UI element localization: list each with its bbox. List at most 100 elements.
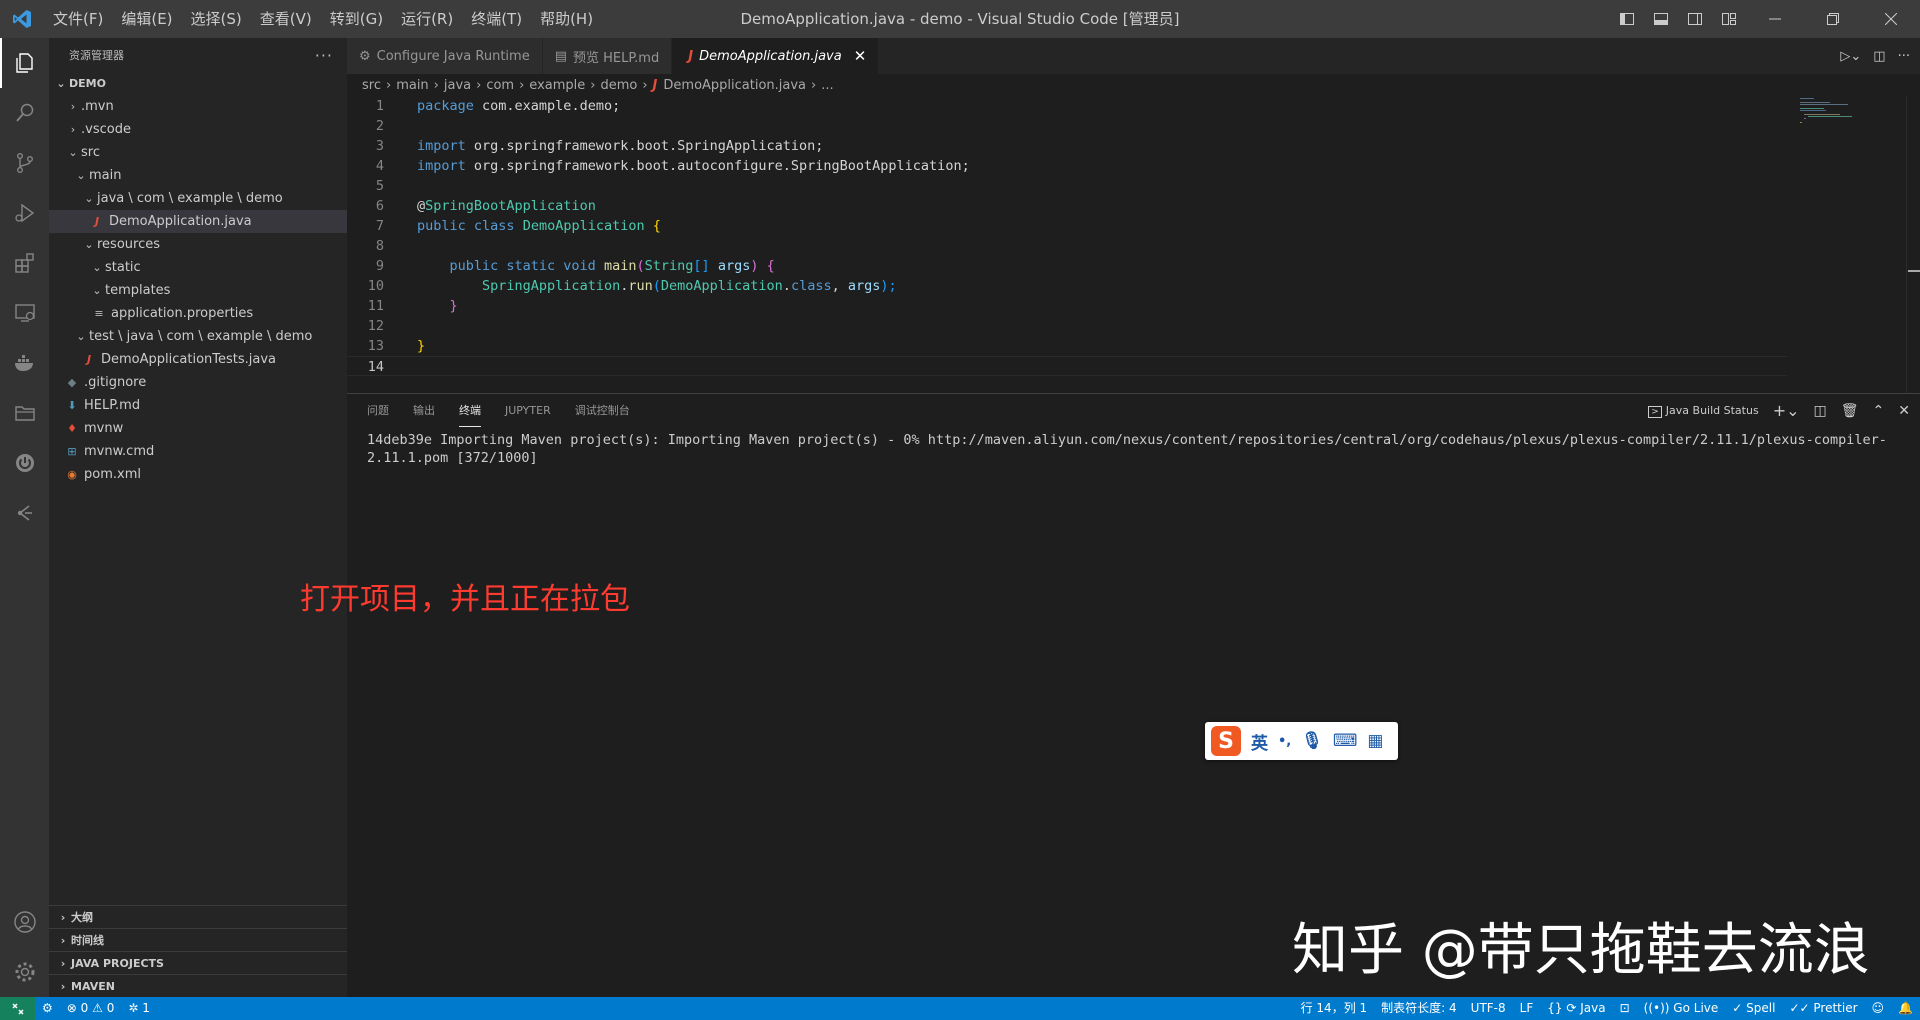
tree-item-templates[interactable]: ⌄ templates [49,279,347,302]
tree-item-help-md[interactable]: ⬇ HELP.md [49,394,347,417]
minimize-icon[interactable] [1746,0,1804,38]
tree-item-pom-xml[interactable]: ◉ pom.xml [49,463,347,486]
ports-status[interactable]: ✲ 1 [121,997,157,1020]
menu-go[interactable]: 转到(G) [321,0,392,38]
menu-selection[interactable]: 选择(S) [182,0,251,38]
notifications-bell-icon[interactable]: 🔔 [1891,997,1920,1020]
tree-item-java-package[interactable]: ⌄ java \ com \ example \ demo [49,187,347,210]
tab-jupyter[interactable]: JUPYTER [505,394,551,427]
manage-gear-icon[interactable] [0,947,49,997]
tree-item-demoapplicationtests-java[interactable]: J DemoApplicationTests.java [49,348,347,371]
tab-configure-java-runtime[interactable]: ⚙ Configure Java Runtime [347,38,543,74]
tree-item-test-package[interactable]: ⌄ test \ java \ com \ example \ demo [49,325,347,348]
tree-item-mvnw[interactable]: ♦ mvnw [49,417,347,440]
docker-icon[interactable] [0,338,49,388]
tree-item-static[interactable]: ⌄ static [49,256,347,279]
menu-file[interactable]: 文件(F) [44,0,112,38]
tab-demoapplication-java[interactable]: J DemoApplication.java ✕ [672,38,880,74]
ime-punctuation-toggle[interactable]: •, [1278,734,1291,749]
workspace-root[interactable]: ⌄ DEMO [49,72,347,95]
run-debug-icon[interactable] [0,188,49,238]
language-mode[interactable]: {} ⟳ Java [1540,997,1612,1020]
kill-terminal-icon[interactable]: 🗑 [1841,403,1859,419]
problems-status[interactable]: ⊗ 0 ⚠ 0 [60,997,122,1020]
breadcrumb-item[interactable]: src [362,78,381,93]
ime-language-toggle[interactable]: 英 [1251,729,1268,754]
breadcrumb-item[interactable]: demo [600,78,637,93]
remote-explorer-icon[interactable] [0,288,49,338]
tree-item-mvn[interactable]: › .mvn [49,95,347,118]
feedback-icon[interactable]: ☺ [1865,997,1892,1020]
section-timeline[interactable]: › 时间线 [49,928,347,951]
toggle-panel-icon[interactable] [1644,0,1678,38]
tree-item-mvnw-cmd[interactable]: ⊞ mvnw.cmd [49,440,347,463]
accounts-icon[interactable] [0,897,49,947]
tab-output[interactable]: 输出 [413,394,435,427]
code-editor[interactable]: 1 package com.example.demo; 2 3 import org… [347,96,1787,393]
end-of-line[interactable]: LF [1513,997,1541,1020]
menu-edit[interactable]: 编辑(E) [112,0,181,38]
close-panel-icon[interactable]: ✕ [1898,403,1910,419]
tree-item-demoapplication-java[interactable]: J DemoApplication.java [49,210,347,233]
more-actions-icon[interactable]: ··· [1898,49,1910,64]
breadcrumb-item[interactable]: DemoApplication.java [663,78,806,93]
menu-terminal[interactable]: 终端(T) [462,0,531,38]
tree-item-main[interactable]: ⌄ main [49,164,347,187]
section-maven[interactable]: › MAVEN [49,974,347,997]
tab-debug-console[interactable]: 调试控制台 [575,394,630,427]
breadcrumb-item[interactable]: java [444,78,471,93]
more-actions-icon[interactable]: ··· [315,46,333,65]
minimap[interactable] [1800,96,1900,156]
new-terminal-icon[interactable]: +⌄ [1773,401,1800,420]
toggle-secondary-sidebar-icon[interactable] [1678,0,1712,38]
section-outline[interactable]: › 大纲 [49,905,347,928]
toggle-primary-sidebar-icon[interactable] [1610,0,1644,38]
cursor-position[interactable]: 行 14，列 1 [1294,997,1375,1020]
tab-terminal[interactable]: 终端 [459,394,481,427]
split-editor-icon[interactable]: ◫ [1873,49,1885,64]
maximize-panel-icon[interactable]: ⌃ [1873,403,1885,419]
tree-item-gitignore[interactable]: ◆ .gitignore [49,371,347,394]
breadcrumb-item[interactable]: main [396,78,428,93]
tree-item-resources[interactable]: ⌄ resources [49,233,347,256]
terminal-output[interactable]: 14deb39e Importing Maven project(s): Imp… [347,427,1912,471]
tab-size[interactable]: 制表符长度: 4 [1374,997,1464,1020]
tab-preview-help-md[interactable]: ▤ 预览 HELP.md [542,38,673,74]
menu-run[interactable]: 运行(R) [392,0,462,38]
editor-scrollbar[interactable] [1906,96,1920,393]
source-control-icon[interactable] [0,138,49,188]
remote-indicator-icon[interactable] [0,997,35,1020]
customize-layout-icon[interactable] [1712,0,1746,38]
search-icon[interactable] [0,88,49,138]
keyboard-icon[interactable]: ⌨ [1333,731,1358,751]
project-manager-icon[interactable] [0,388,49,438]
tab-problems[interactable]: 问题 [367,394,389,427]
go-live-button[interactable]: ((•)) Go Live [1637,997,1726,1020]
tree-item-vscode[interactable]: › .vscode [49,118,347,141]
restore-icon[interactable] [1804,0,1862,38]
run-java-icon[interactable]: ▷⌄ [1840,49,1861,64]
section-java-projects[interactable]: › JAVA PROJECTS [49,951,347,974]
split-terminal-icon[interactable]: ◫ [1814,403,1827,419]
extensions-icon[interactable] [0,238,49,288]
terminal-status-icon[interactable]: ⊡ [1613,997,1637,1020]
menu-help[interactable]: 帮助(H) [531,0,602,38]
terminal-selector[interactable]: > Java Build Status [1648,404,1759,418]
tree-item-src[interactable]: ⌄ src [49,141,347,164]
close-tab-icon[interactable]: ✕ [854,47,867,65]
spell-button[interactable]: ✓ Spell [1725,997,1782,1020]
encoding[interactable]: UTF-8 [1464,997,1513,1020]
breadcrumb-item[interactable]: example [529,78,585,93]
tree-item-application-properties[interactable]: ≡ application.properties [49,302,347,325]
breadcrumb-item[interactable]: com [486,78,514,93]
microphone-icon[interactable]: 🎙 [1301,731,1323,751]
prettier-button[interactable]: ✓✓ Prettier [1782,997,1864,1020]
sogou-logo-icon[interactable]: S [1211,726,1241,756]
breadcrumb-item[interactable]: ... [821,78,833,93]
close-window-icon[interactable] [1862,0,1920,38]
spring-boot-dashboard-icon[interactable] [0,438,49,488]
git-graph-icon[interactable] [0,488,49,538]
menu-view[interactable]: 查看(V) [251,0,321,38]
git-sync-icon[interactable]: ⚙ [35,997,60,1020]
explorer-icon[interactable] [0,38,49,88]
